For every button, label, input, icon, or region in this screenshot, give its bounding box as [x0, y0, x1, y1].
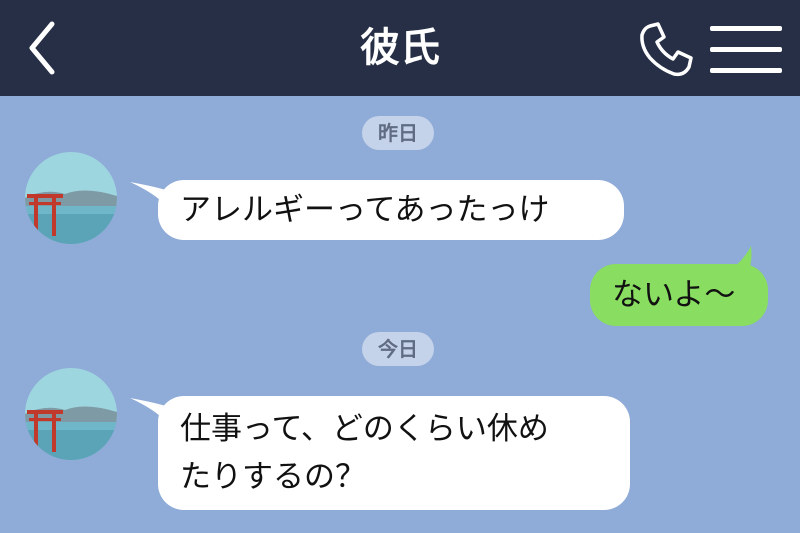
incoming-message[interactable]: アレルギーってあったっけ: [158, 180, 624, 240]
call-button[interactable]: [636, 20, 696, 80]
hamburger-menu-icon: [710, 68, 782, 73]
message-text: ないよ〜: [612, 277, 736, 313]
avatar-torii-photo: [25, 152, 117, 244]
chat-header: 彼氏: [0, 0, 800, 96]
message-line: たりするの？: [180, 459, 366, 495]
avatar-torii-photo: [25, 368, 117, 460]
date-separator: 今日: [362, 332, 434, 366]
incoming-message[interactable]: 仕事って、どのくらい休め たりするの？: [158, 396, 630, 510]
message-text: アレルギーってあったっけ: [180, 192, 550, 228]
hamburger-menu-icon: [710, 47, 782, 52]
phone-icon: [640, 22, 693, 77]
chat-area[interactable]: 昨日 アレルギーってあったっけ ないよ〜 今日 仕事って、どのくらい休め たりす…: [0, 96, 800, 533]
outgoing-message[interactable]: ないよ〜: [590, 264, 768, 326]
avatar[interactable]: [25, 152, 117, 244]
message-line: 仕事って、どのくらい休め: [180, 411, 549, 447]
hamburger-menu-icon: [710, 26, 782, 31]
avatar[interactable]: [25, 368, 117, 460]
menu-button[interactable]: [710, 24, 782, 76]
chevron-left-icon: [29, 21, 55, 75]
back-button[interactable]: [20, 18, 68, 78]
date-separator: 昨日: [362, 116, 434, 150]
